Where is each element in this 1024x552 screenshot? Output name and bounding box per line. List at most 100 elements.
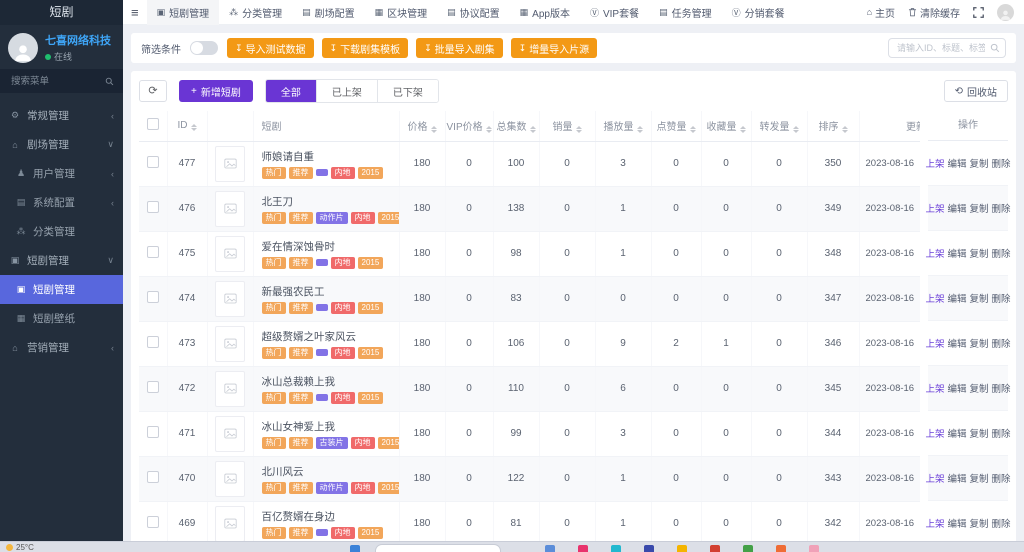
op-publish[interactable]: 上架 [925,156,944,170]
nav-tab-drama-manage[interactable]: ▣ 短剧管理 [147,0,220,25]
op-publish[interactable]: 上架 [925,381,944,395]
op-copy[interactable]: 复制 [970,381,989,395]
table-row[interactable]: 474新最强农民工热门推荐内地2015180083000003472023-08… [139,276,928,321]
nav-tab-block-manage[interactable]: ▦ 区块管理 [365,0,438,25]
row-checkbox[interactable] [147,336,159,348]
user-avatar[interactable] [8,33,38,63]
taskbar-app-icon[interactable] [776,545,786,552]
status-tab-off-shelf[interactable]: 已下架 [378,80,438,102]
op-publish[interactable]: 上架 [925,516,944,530]
nav-clear-cache[interactable]: 清除缓存 [908,5,960,20]
table-row[interactable]: 475爱在情深蚀骨时热门推荐内地2015180098010003482023-0… [139,231,928,276]
thumbnail[interactable] [215,461,245,497]
sidebar-search-input[interactable] [9,75,105,88]
sort-icon[interactable] [842,126,848,133]
op-copy[interactable]: 复制 [970,426,989,440]
table-row[interactable]: 470北川风云热门推荐动作片内地20151800122010003432023-… [139,456,928,501]
op-copy[interactable]: 复制 [970,156,989,170]
sidebar-item-general-manage[interactable]: ⚙ 常规管理 ‹ [0,101,123,130]
op-edit[interactable]: 编辑 [947,471,966,485]
sidebar-item-theater-manage[interactable]: ⌂ 剧场管理 ∨ [0,130,123,159]
op-publish[interactable]: 上架 [925,201,944,215]
nav-tab-distribution-package[interactable]: Ⓥ 分销套餐 [722,0,795,25]
search-input[interactable] [888,38,1006,58]
table-row[interactable]: 476北王刀热门推荐动作片内地20151800138010003492023-0… [139,186,928,231]
op-edit[interactable]: 编辑 [947,381,966,395]
import-test-data-button[interactable]: ↧ 导入测试数据 [227,38,314,58]
batch-import-episodes-button[interactable]: ↧ 批量导入剧集 [416,38,503,58]
op-publish[interactable]: 上架 [925,426,944,440]
refresh-button[interactable]: ⟳ [139,80,167,102]
taskbar-app-icon[interactable] [743,545,753,552]
taskbar-app-icon[interactable] [710,545,720,552]
nav-tab-app-version[interactable]: ▦ App版本 [510,0,580,25]
thumbnail[interactable] [215,326,245,362]
row-checkbox[interactable] [147,516,159,528]
op-delete[interactable]: 删除 [992,156,1011,170]
op-delete[interactable]: 删除 [992,471,1011,485]
op-copy[interactable]: 复制 [970,291,989,305]
op-publish[interactable]: 上架 [925,336,944,350]
op-delete[interactable]: 删除 [992,516,1011,530]
table-row[interactable]: 477师娘请自重热门推荐内地20151800100030003502023-08… [139,141,928,186]
nav-tab-vip-package[interactable]: Ⓥ VIP套餐 [580,0,649,25]
row-checkbox[interactable] [147,426,159,438]
table-row[interactable]: 472冰山总裁赖上我热门推荐内地20151800110060003452023-… [139,366,928,411]
thumbnail[interactable] [215,371,245,407]
op-delete[interactable]: 删除 [992,246,1011,260]
add-drama-button[interactable]: + 新增短剧 [179,80,253,102]
sort-icon[interactable] [486,126,492,133]
row-checkbox[interactable] [147,291,159,303]
status-tab-on-shelf[interactable]: 已上架 [317,80,378,102]
op-copy[interactable]: 复制 [970,246,989,260]
op-publish[interactable]: 上架 [925,291,944,305]
sort-icon[interactable] [191,124,197,131]
nav-tab-protocol-config[interactable]: ▤ 协议配置 [437,0,510,25]
sort-icon[interactable] [637,126,643,133]
op-edit[interactable]: 编辑 [947,426,966,440]
op-edit[interactable]: 编辑 [947,246,966,260]
thumbnail[interactable] [215,416,245,452]
sidebar-item-drama-manage[interactable]: ▣ 短剧管理 ∨ [0,246,123,275]
nav-tab-theater-config[interactable]: ▤ 剧场配置 [292,0,365,25]
taskbar-app-icon[interactable] [578,545,588,552]
taskbar-app-icon[interactable] [677,545,687,552]
row-checkbox[interactable] [147,246,159,258]
taskbar-app-icon[interactable] [545,545,555,552]
navbar-avatar[interactable] [997,4,1014,21]
op-edit[interactable]: 编辑 [947,201,966,215]
sort-icon[interactable] [690,126,696,133]
sort-icon[interactable] [793,126,799,133]
recycle-bin-button[interactable]: ⟲ 回收站 [944,80,1008,102]
filter-toggle[interactable] [190,41,218,55]
thumbnail[interactable] [215,146,245,182]
row-checkbox[interactable] [147,201,159,213]
nav-tab-task-manage[interactable]: ▤ 任务管理 [649,0,722,25]
row-checkbox[interactable] [147,471,159,483]
status-tab-all[interactable]: 全部 [266,80,317,102]
op-edit[interactable]: 编辑 [947,291,966,305]
taskbar-app-icon[interactable] [350,545,360,552]
thumbnail[interactable] [215,506,245,542]
sort-icon[interactable] [530,126,536,133]
thumbnail[interactable] [215,191,245,227]
op-copy[interactable]: 复制 [970,516,989,530]
op-delete[interactable]: 删除 [992,291,1011,305]
op-delete[interactable]: 删除 [992,381,1011,395]
sidebar-item-category-manage[interactable]: ⁂ 分类管理 [0,217,123,246]
sidebar-item-system-config[interactable]: ▤ 系统配置 ‹ [0,188,123,217]
taskbar-weather[interactable]: 25°C [6,543,34,552]
taskbar-app-icon[interactable] [809,545,819,552]
row-checkbox[interactable] [147,381,159,393]
op-edit[interactable]: 编辑 [947,336,966,350]
op-edit[interactable]: 编辑 [947,156,966,170]
thumbnail[interactable] [215,281,245,317]
sidebar-item-drama-manage-sub[interactable]: ▣ 短剧管理 [0,275,123,304]
op-publish[interactable]: 上架 [925,471,944,485]
table-row[interactable]: 469百亿赘婿在身边热门推荐内地2015180081010003422023-0… [139,501,928,541]
fullscreen-icon[interactable] [973,7,984,18]
thumbnail[interactable] [215,236,245,272]
taskbar-search[interactable] [375,544,501,552]
nav-tab-category-manage[interactable]: ⁂ 分类管理 [219,0,292,25]
op-delete[interactable]: 删除 [992,426,1011,440]
